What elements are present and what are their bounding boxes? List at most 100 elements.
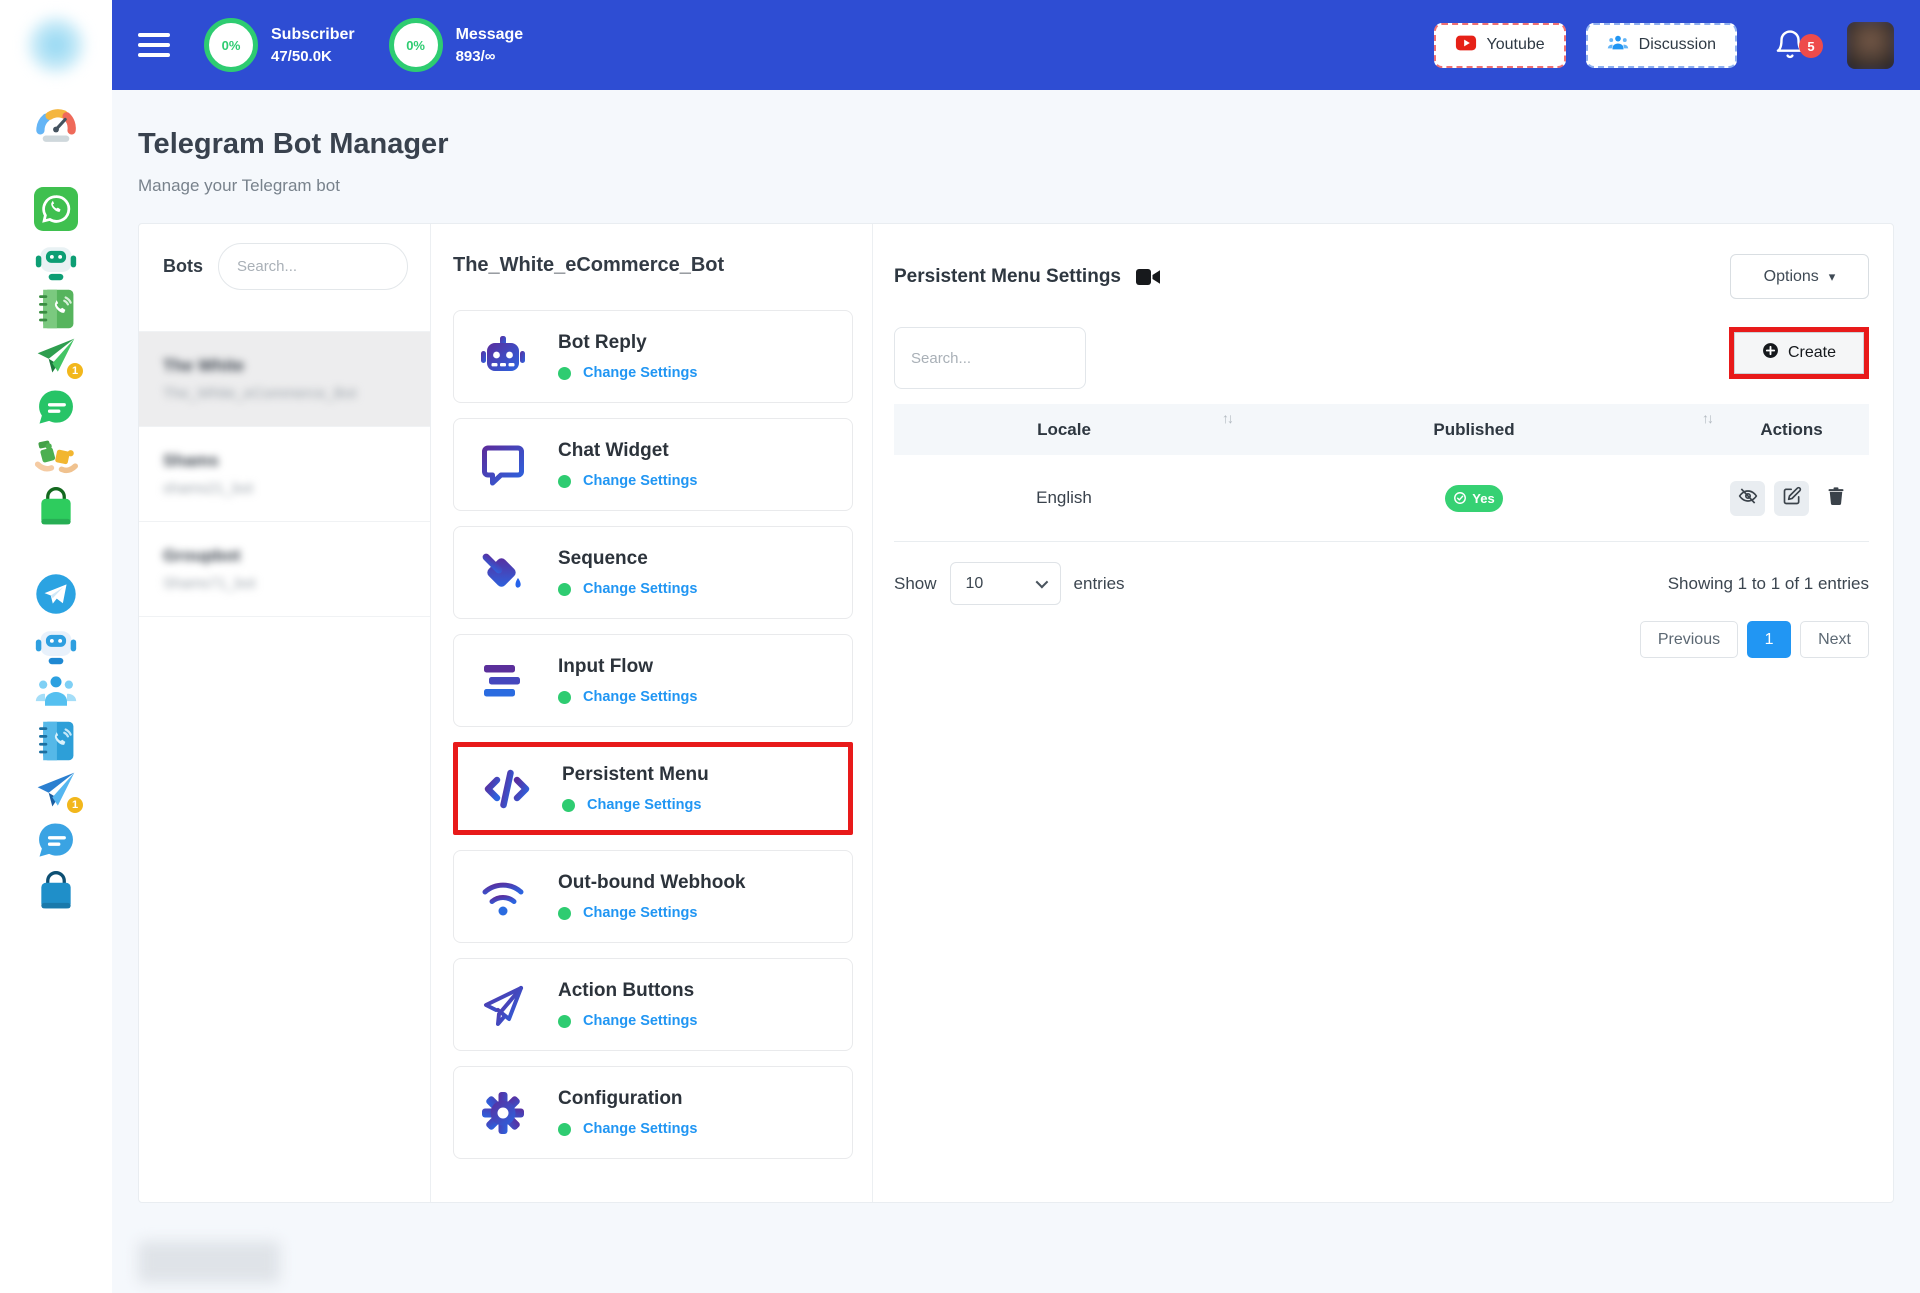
column-header-published: Published ↑↓ <box>1433 409 1714 439</box>
page-size-select[interactable]: 10 <box>949 562 1061 605</box>
message-stat: 0% Message 893/∞ <box>388 18 524 72</box>
options-button[interactable]: Options ▾ <box>1730 254 1869 299</box>
chevron-down-icon <box>1035 575 1048 589</box>
message-label: Message <box>455 25 524 43</box>
message-percent: 0% <box>406 37 425 53</box>
page-subtitle: Manage your Telegram bot <box>138 176 340 195</box>
feature-title: Sequence <box>558 548 648 569</box>
change-settings-link[interactable]: Change Settings <box>583 689 697 705</box>
create-button-highlight: Create <box>1729 327 1869 379</box>
hide-action-button[interactable] <box>1730 480 1765 516</box>
discussion-button[interactable]: Discussion <box>1585 22 1737 68</box>
feature-card-persistent-menu[interactable]: Persistent Menu Change Settings <box>453 742 853 835</box>
bot-list-item[interactable]: The White The_White_eCommerce_Bot <box>139 332 430 427</box>
delete-action-button[interactable] <box>1818 481 1853 516</box>
count-badge: 1 <box>65 361 85 381</box>
change-settings-link[interactable]: Change Settings <box>583 1121 697 1137</box>
entries-label: entries <box>1073 573 1125 593</box>
create-button[interactable]: Create <box>1734 332 1864 374</box>
whatsapp-contacts-icon[interactable] <box>34 287 78 331</box>
feature-card-configuration[interactable]: Configuration Change Settings <box>453 1066 853 1159</box>
whatsapp-broadcast-icon[interactable]: 1 <box>34 334 85 381</box>
change-settings-link[interactable]: Change Settings <box>583 365 697 381</box>
status-dot <box>558 690 571 704</box>
feature-title: Bot Reply <box>558 332 647 353</box>
feature-card-action-buttons[interactable]: Action Buttons Change Settings <box>453 958 853 1051</box>
user-avatar[interactable] <box>1847 21 1894 69</box>
edit-icon <box>1782 486 1802 511</box>
configuration-icon <box>476 1089 530 1137</box>
edit-action-button[interactable] <box>1774 480 1809 516</box>
create-button-label: Create <box>1787 344 1837 361</box>
hamburger-menu-icon[interactable] <box>138 33 170 57</box>
telegram-broadcast-icon[interactable]: 1 <box>34 768 85 815</box>
trash-icon <box>1826 486 1846 511</box>
whatsapp-icon[interactable] <box>34 187 78 231</box>
change-settings-link[interactable]: Change Settings <box>583 581 697 597</box>
telegram-group-icon[interactable] <box>34 670 78 714</box>
status-dot <box>558 1122 571 1136</box>
page-1-button[interactable]: 1 <box>1747 621 1792 658</box>
eye-slash-icon <box>1738 486 1758 511</box>
whatsapp-shop-icon[interactable] <box>34 485 78 529</box>
content-panel: Bots The White The_White_eCommerce_Bot Sha… <box>138 223 1894 1203</box>
bot-reply-icon <box>476 333 530 381</box>
count-badge: 1 <box>65 795 85 815</box>
next-page-button[interactable]: Next <box>1800 621 1869 658</box>
feature-card-out-bound-webhook[interactable]: Out-bound Webhook Change Settings <box>453 850 853 943</box>
telegram-icon[interactable] <box>34 572 78 616</box>
change-settings-link[interactable]: Change Settings <box>583 1013 697 1029</box>
bot-list-item[interactable]: Shams shams21_bot <box>139 427 430 522</box>
feature-card-bot-reply[interactable]: Bot Reply Change Settings <box>453 310 853 403</box>
chevron-down-icon: ▾ <box>1828 268 1836 284</box>
feature-card-sequence[interactable]: Sequence Change Settings <box>453 526 853 619</box>
app-logo[interactable] <box>24 13 88 77</box>
previous-page-button[interactable]: Previous <box>1639 621 1739 658</box>
menu-search-input[interactable] <box>894 327 1086 389</box>
selected-bot-title: The_White_eCommerce_Bot <box>453 254 725 276</box>
whatsapp-bot-icon[interactable] <box>34 239 78 283</box>
youtube-button-label: Youtube <box>1486 36 1545 53</box>
change-settings-link[interactable]: Change Settings <box>583 905 697 921</box>
sort-icon[interactable]: ↑↓ <box>1222 410 1234 426</box>
pagination: Previous 1 Next <box>894 621 1869 658</box>
persistent-menu-icon <box>480 765 534 813</box>
telegram-contacts-icon[interactable] <box>34 719 78 763</box>
telegram-shop-icon[interactable] <box>34 869 78 913</box>
sort-icon[interactable]: ↑↓ <box>1702 410 1714 426</box>
change-settings-link[interactable]: Change Settings <box>583 473 697 489</box>
feature-card-input-flow[interactable]: Input Flow Change Settings <box>453 634 853 727</box>
locale-cell: English <box>1036 488 1092 507</box>
message-value: 893/∞ <box>455 47 496 65</box>
discussion-users-icon <box>1607 32 1629 59</box>
published-badge: Yes <box>1445 484 1503 512</box>
chat-widget-icon <box>476 441 530 489</box>
notifications-bell[interactable]: 5 <box>1773 28 1823 62</box>
whatsapp-chat-icon[interactable] <box>34 386 78 430</box>
bots-heading: Bots <box>163 256 203 276</box>
table-body: English Yes <box>894 455 1869 542</box>
showing-entries-text: Showing 1 to 1 of 1 entries <box>1667 573 1869 593</box>
dashboard-gauge-icon[interactable] <box>34 102 78 146</box>
feature-card-chat-widget[interactable]: Chat Widget Change Settings <box>453 418 853 511</box>
youtube-button[interactable]: Youtube <box>1433 22 1566 68</box>
bot-list-item[interactable]: Groupbot Shams71_bot <box>139 522 430 617</box>
page-title: Telegram Bot Manager <box>138 128 449 160</box>
bots-column: Bots The White The_White_eCommerce_Bot Sha… <box>139 224 431 1202</box>
top-navbar: 0% Subscriber 47/50.0K 0% Message 893/∞ … <box>112 0 1920 90</box>
bots-search-input[interactable] <box>218 243 408 290</box>
youtube-icon <box>1455 32 1477 59</box>
table-row: English Yes <box>894 455 1869 542</box>
locales-table: Locale ↑↓ Published ↑↓ Actions English Ye… <box>894 404 1869 542</box>
video-tutorial-icon[interactable] <box>1135 267 1161 287</box>
plus-circle-icon <box>1762 342 1779 364</box>
telegram-bot-icon[interactable] <box>34 623 78 667</box>
integrations-icon[interactable] <box>34 434 78 478</box>
icon-sidebar: 11 <box>0 0 112 1293</box>
change-settings-link[interactable]: Change Settings <box>587 797 701 813</box>
bot-username: shams21_bot <box>163 480 254 497</box>
telegram-chat-icon[interactable] <box>34 819 78 863</box>
actions-cell <box>1714 480 1869 516</box>
page-size-value: 10 <box>965 574 984 592</box>
bot-name: Shams <box>163 451 219 470</box>
